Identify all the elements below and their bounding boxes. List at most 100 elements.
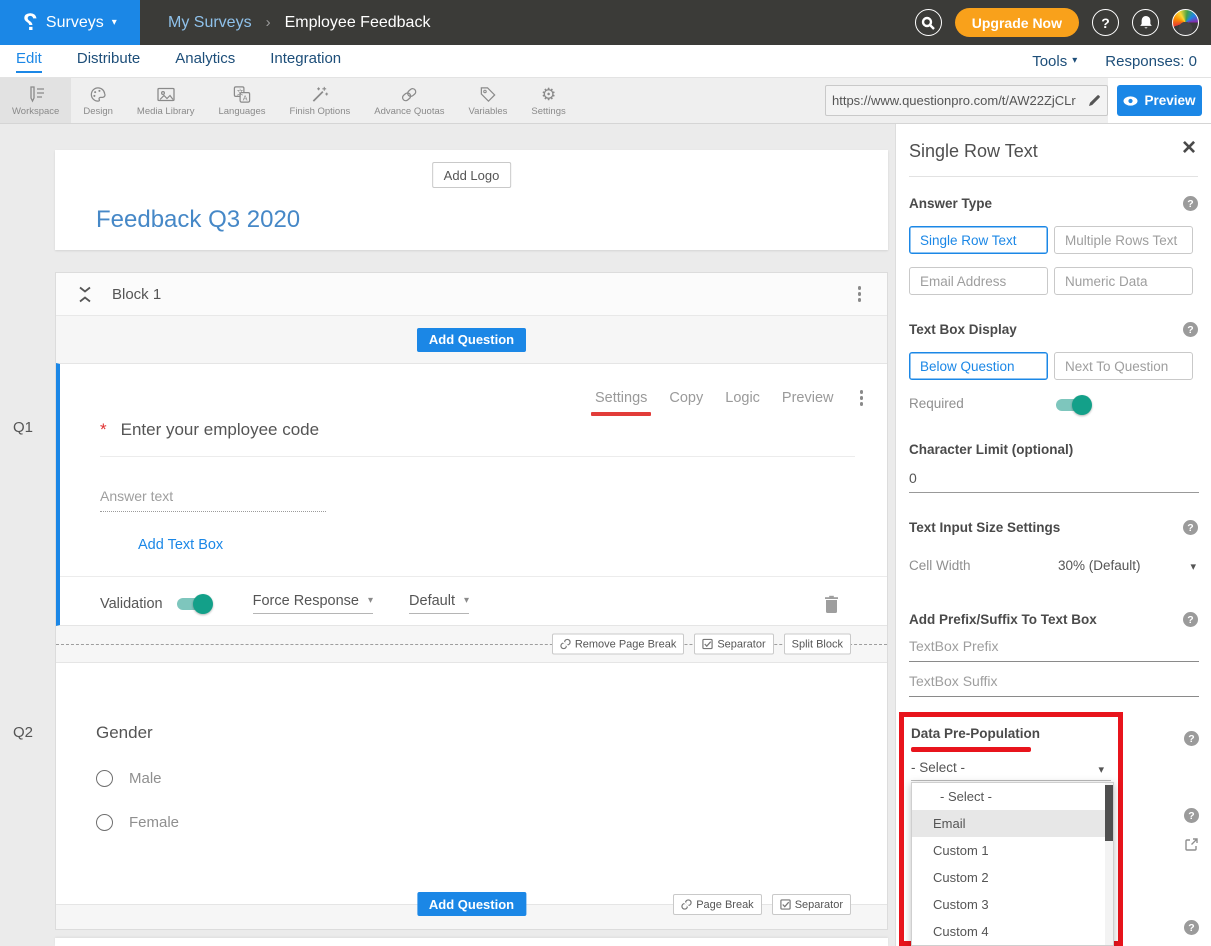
q1-tab-settings[interactable]: Settings [595,390,647,406]
q2-option-female-label[interactable]: Female [129,814,179,831]
external-link-icon[interactable] [1184,837,1199,852]
add-text-box-link[interactable]: Add Text Box [138,537,223,553]
chevron-down-icon: ▾ [1072,56,1077,66]
block-title[interactable]: Block 1 [112,286,161,303]
q2-option-male-label[interactable]: Male [129,770,162,787]
tools-menu[interactable]: Tools▾ [1032,53,1077,70]
validation-toggle[interactable] [177,598,211,610]
survey-url-field[interactable] [825,85,1108,116]
tab-integration[interactable]: Integration [270,50,341,73]
remove-page-break-button[interactable]: Remove Page Break [552,634,685,655]
menu-option-select[interactable]: - Select - [912,783,1113,810]
q1-tab-copy[interactable]: Copy [669,390,703,406]
separator-button-bottom[interactable]: Separator [772,894,851,915]
page-break-divider: Remove Page Break Separator Split Block [56,626,887,662]
add-question-button-top[interactable]: Add Question [417,328,526,352]
question-1-card[interactable]: Settings Copy Logic Preview * Enter your… [56,363,887,626]
add-logo-button[interactable]: Add Logo [432,162,512,188]
edit-pencil-icon[interactable] [1088,94,1101,107]
questionpro-survey-editor: ? Surveys ▾ My Surveys › Employee Feedba… [0,0,1211,946]
answer-type-email[interactable]: Email Address [909,267,1048,295]
responses-count[interactable]: Responses: 0 [1105,53,1197,70]
answer-type-multiple-rows[interactable]: Multiple Rows Text [1054,226,1193,254]
textbox-suffix-input[interactable] [909,673,1199,689]
toolbar-languages[interactable]: 文A Languages [206,78,277,123]
menu-option-custom-2[interactable]: Custom 2 [912,864,1113,891]
tab-analytics[interactable]: Analytics [175,50,235,73]
suffix-underline [909,696,1199,697]
account-avatar[interactable] [1172,9,1199,36]
toolbar-variables[interactable]: Variables [457,78,520,123]
panel-title: Single Row Text [909,141,1038,162]
force-response-dropdown[interactable]: Force Response▾ [253,593,373,614]
data-prepopulation-help-icon[interactable]: ? [1184,731,1199,746]
preview-button[interactable]: Preview [1117,85,1202,116]
nav-right: Tools▾ Responses: 0 [1032,53,1211,70]
answer-type-help-icon[interactable]: ? [1183,196,1198,211]
display-next-to-question[interactable]: Next To Question [1054,352,1193,380]
question-2-card[interactable]: Gender Male Female Add Question [56,662,887,905]
q2-question-text[interactable]: Gender [96,663,887,743]
data-prepopulation-select[interactable]: - Select - [911,760,965,775]
survey-url-input[interactable] [832,93,1088,108]
tab-edit[interactable]: Edit [16,50,42,73]
q1-tab-preview[interactable]: Preview [782,390,834,406]
prefix-suffix-help-icon[interactable]: ? [1183,612,1198,627]
q1-validation-row: Validation Force Response▾ Default▾ [100,577,887,630]
input-size-help-icon[interactable]: ? [1183,520,1198,535]
validation-default-dropdown[interactable]: Default▾ [409,593,469,614]
separator-button-top[interactable]: Separator [694,634,773,655]
display-below-question[interactable]: Below Question [909,352,1048,380]
tag-icon [478,85,498,104]
collapse-block-icon[interactable] [78,286,92,303]
toolbar-media-library[interactable]: Media Library [125,78,207,123]
notifications-button[interactable] [1132,9,1159,36]
page-break-button[interactable]: Page Break [673,894,761,915]
hidden-section-help-icon-2[interactable]: ? [1184,920,1199,935]
q1-answer-input[interactable] [100,488,326,504]
select-caret-icon[interactable]: ▾ [1098,763,1104,776]
prefix-underline [909,661,1199,662]
toolbar-design[interactable]: Design [71,78,125,123]
q1-tab-logic[interactable]: Logic [725,390,760,406]
survey-title[interactable]: Feedback Q3 2020 [96,206,300,234]
toolbar-workspace[interactable]: Workspace [0,78,71,123]
radio-button-icon[interactable] [96,770,113,787]
toolbar-finish-options[interactable]: Finish Options [278,78,363,123]
upgrade-now-button[interactable]: Upgrade Now [955,8,1079,37]
textbox-display-help-icon[interactable]: ? [1183,322,1198,337]
add-question-row-top: Add Question [56,316,887,363]
cell-width-value[interactable]: 30% (Default) [1058,558,1141,573]
product-switcher[interactable]: ? Surveys ▾ [0,0,140,45]
toolbar-settings[interactable]: ⚙ Settings [519,78,577,123]
tab-distribute[interactable]: Distribute [77,50,140,73]
select-underline [911,780,1111,781]
q1-question-text[interactable]: Enter your employee code [121,420,319,440]
menu-option-custom-4[interactable]: Custom 4 [912,918,1113,945]
hidden-section-help-icon[interactable]: ? [1184,808,1199,823]
split-block-button[interactable]: Split Block [784,634,851,655]
answer-type-single-row[interactable]: Single Row Text [909,226,1048,254]
menu-option-custom-3[interactable]: Custom 3 [912,891,1113,918]
add-question-button-bottom[interactable]: Add Question [417,892,526,916]
q1-menu-kebab-icon[interactable] [856,386,868,410]
radio-button-icon[interactable] [96,814,113,831]
input-size-label: Text Input Size Settings [909,520,1060,535]
menu-scrollbar[interactable] [1105,783,1113,945]
close-panel-icon[interactable]: × [1182,136,1196,160]
delete-question-icon[interactable] [824,595,839,613]
toolbar-advance-quotas[interactable]: Advance Quotas [362,78,456,123]
character-limit-input[interactable] [909,470,1199,486]
search-button[interactable] [915,9,942,36]
breadcrumb-my-surveys[interactable]: My Surveys [168,14,252,32]
menu-option-custom-1[interactable]: Custom 1 [912,837,1113,864]
menu-scrollbar-thumb[interactable] [1105,785,1113,841]
block-menu-kebab-icon[interactable] [854,282,866,306]
q1-answer-textbox[interactable] [100,488,326,512]
cell-width-caret-icon[interactable]: ▾ [1190,560,1196,573]
help-button[interactable]: ? [1092,9,1119,36]
answer-type-numeric[interactable]: Numeric Data [1054,267,1193,295]
required-toggle[interactable] [1056,399,1090,411]
textbox-prefix-input[interactable] [909,638,1199,654]
menu-option-email[interactable]: Email [912,810,1113,837]
